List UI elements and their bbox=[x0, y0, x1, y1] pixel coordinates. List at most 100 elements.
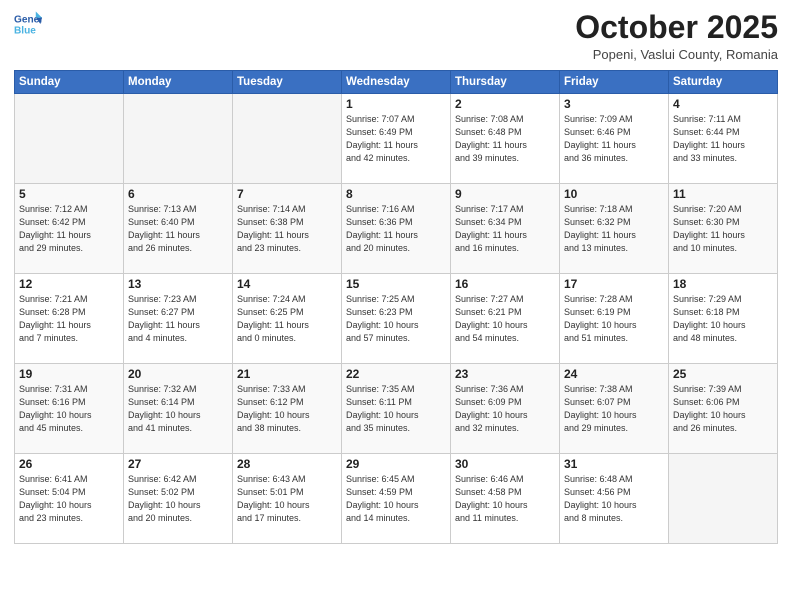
day-cell: 24 Sunrise: 7:38 AM Sunset: 6:07 PM Dayli… bbox=[560, 364, 669, 454]
day-number: 19 bbox=[19, 367, 119, 381]
day-number: 15 bbox=[346, 277, 446, 291]
week-row-3: 12 Sunrise: 7:21 AM Sunset: 6:28 PM Dayli… bbox=[15, 274, 778, 364]
day-info: Sunrise: 7:07 AM Sunset: 6:49 PM Dayligh… bbox=[346, 113, 446, 165]
day-info: Sunrise: 7:35 AM Sunset: 6:11 PM Dayligh… bbox=[346, 383, 446, 435]
day-number: 20 bbox=[128, 367, 228, 381]
day-cell bbox=[15, 94, 124, 184]
col-header-monday: Monday bbox=[124, 71, 233, 94]
day-info: Sunrise: 6:46 AM Sunset: 4:58 PM Dayligh… bbox=[455, 473, 555, 525]
week-row-4: 19 Sunrise: 7:31 AM Sunset: 6:16 PM Dayli… bbox=[15, 364, 778, 454]
day-cell bbox=[669, 454, 778, 544]
month-title: October 2025 bbox=[575, 10, 778, 45]
day-number: 9 bbox=[455, 187, 555, 201]
day-cell: 25Sunrise: 7:39 AM Sunset: 6:06 PM Dayli… bbox=[669, 364, 778, 454]
day-number: 17 bbox=[564, 277, 664, 291]
day-number: 14 bbox=[237, 277, 337, 291]
day-info: Sunrise: 7:25 AM Sunset: 6:23 PM Dayligh… bbox=[346, 293, 446, 345]
day-number: 29 bbox=[346, 457, 446, 471]
day-number: 6 bbox=[128, 187, 228, 201]
day-cell: 23 Sunrise: 7:36 AM Sunset: 6:09 PM Dayli… bbox=[451, 364, 560, 454]
svg-text:Blue: Blue bbox=[14, 25, 36, 36]
col-header-tuesday: Tuesday bbox=[233, 71, 342, 94]
day-info: Sunrise: 7:11 AM Sunset: 6:44 PM Dayligh… bbox=[673, 113, 773, 165]
calendar-table: SundayMondayTuesdayWednesdayThursdayFrid… bbox=[14, 70, 778, 544]
day-info: Sunrise: 7:33 AM Sunset: 6:12 PM Dayligh… bbox=[237, 383, 337, 435]
day-cell: 16 Sunrise: 7:27 AM Sunset: 6:21 PM Dayli… bbox=[451, 274, 560, 364]
day-number: 8 bbox=[346, 187, 446, 201]
col-header-thursday: Thursday bbox=[451, 71, 560, 94]
logo: General Blue bbox=[14, 10, 42, 38]
day-info: Sunrise: 7:14 AM Sunset: 6:38 PM Dayligh… bbox=[237, 203, 337, 255]
week-row-2: 5 Sunrise: 7:12 AM Sunset: 6:42 PM Daylig… bbox=[15, 184, 778, 274]
day-cell: 11Sunrise: 7:20 AM Sunset: 6:30 PM Dayli… bbox=[669, 184, 778, 274]
day-number: 10 bbox=[564, 187, 664, 201]
day-number: 2 bbox=[455, 97, 555, 111]
day-number: 3 bbox=[564, 97, 664, 111]
day-number: 23 bbox=[455, 367, 555, 381]
day-number: 5 bbox=[19, 187, 119, 201]
day-cell: 31Sunrise: 6:48 AM Sunset: 4:56 PM Dayli… bbox=[560, 454, 669, 544]
col-header-wednesday: Wednesday bbox=[342, 71, 451, 94]
day-number: 18 bbox=[673, 277, 773, 291]
day-cell: 9Sunrise: 7:17 AM Sunset: 6:34 PM Daylig… bbox=[451, 184, 560, 274]
day-info: Sunrise: 7:29 AM Sunset: 6:18 PM Dayligh… bbox=[673, 293, 773, 345]
day-number: 26 bbox=[19, 457, 119, 471]
day-cell: 26 Sunrise: 6:41 AM Sunset: 5:04 PM Dayli… bbox=[15, 454, 124, 544]
day-cell: 5 Sunrise: 7:12 AM Sunset: 6:42 PM Daylig… bbox=[15, 184, 124, 274]
day-info: Sunrise: 7:23 AM Sunset: 6:27 PM Dayligh… bbox=[128, 293, 228, 345]
day-cell: 17 Sunrise: 7:28 AM Sunset: 6:19 PM Dayli… bbox=[560, 274, 669, 364]
day-info: Sunrise: 7:31 AM Sunset: 6:16 PM Dayligh… bbox=[19, 383, 119, 435]
day-number: 7 bbox=[237, 187, 337, 201]
day-number: 1 bbox=[346, 97, 446, 111]
day-cell: 28 Sunrise: 6:43 AM Sunset: 5:01 PM Dayli… bbox=[233, 454, 342, 544]
day-number: 11 bbox=[673, 187, 773, 201]
day-info: Sunrise: 7:24 AM Sunset: 6:25 PM Dayligh… bbox=[237, 293, 337, 345]
day-number: 16 bbox=[455, 277, 555, 291]
day-cell bbox=[233, 94, 342, 184]
calendar-header-row: SundayMondayTuesdayWednesdayThursdayFrid… bbox=[15, 71, 778, 94]
day-cell: 7 Sunrise: 7:14 AM Sunset: 6:38 PM Daylig… bbox=[233, 184, 342, 274]
day-info: Sunrise: 6:48 AM Sunset: 4:56 PM Dayligh… bbox=[564, 473, 664, 525]
logo-icon: General Blue bbox=[14, 10, 42, 38]
day-info: Sunrise: 7:08 AM Sunset: 6:48 PM Dayligh… bbox=[455, 113, 555, 165]
day-cell: 8 Sunrise: 7:16 AM Sunset: 6:36 PM Daylig… bbox=[342, 184, 451, 274]
day-cell: 10 Sunrise: 7:18 AM Sunset: 6:32 PM Dayli… bbox=[560, 184, 669, 274]
day-info: Sunrise: 7:16 AM Sunset: 6:36 PM Dayligh… bbox=[346, 203, 446, 255]
day-cell bbox=[124, 94, 233, 184]
day-number: 13 bbox=[128, 277, 228, 291]
day-cell: 6 Sunrise: 7:13 AM Sunset: 6:40 PM Daylig… bbox=[124, 184, 233, 274]
day-info: Sunrise: 7:38 AM Sunset: 6:07 PM Dayligh… bbox=[564, 383, 664, 435]
col-header-friday: Friday bbox=[560, 71, 669, 94]
day-cell: 29 Sunrise: 6:45 AM Sunset: 4:59 PM Dayli… bbox=[342, 454, 451, 544]
day-cell: 15 Sunrise: 7:25 AM Sunset: 6:23 PM Dayli… bbox=[342, 274, 451, 364]
page: General Blue October 2025 Popeni, Vaslui… bbox=[0, 0, 792, 612]
day-number: 24 bbox=[564, 367, 664, 381]
location-subtitle: Popeni, Vaslui County, Romania bbox=[575, 47, 778, 62]
day-info: Sunrise: 7:21 AM Sunset: 6:28 PM Dayligh… bbox=[19, 293, 119, 345]
day-cell: 12 Sunrise: 7:21 AM Sunset: 6:28 PM Dayli… bbox=[15, 274, 124, 364]
day-number: 25 bbox=[673, 367, 773, 381]
title-block: October 2025 Popeni, Vaslui County, Roma… bbox=[575, 10, 778, 62]
day-info: Sunrise: 7:27 AM Sunset: 6:21 PM Dayligh… bbox=[455, 293, 555, 345]
day-info: Sunrise: 7:12 AM Sunset: 6:42 PM Dayligh… bbox=[19, 203, 119, 255]
day-info: Sunrise: 7:18 AM Sunset: 6:32 PM Dayligh… bbox=[564, 203, 664, 255]
day-info: Sunrise: 7:28 AM Sunset: 6:19 PM Dayligh… bbox=[564, 293, 664, 345]
day-cell: 21Sunrise: 7:33 AM Sunset: 6:12 PM Dayli… bbox=[233, 364, 342, 454]
day-number: 12 bbox=[19, 277, 119, 291]
day-cell: 27Sunrise: 6:42 AM Sunset: 5:02 PM Dayli… bbox=[124, 454, 233, 544]
day-cell: 13 Sunrise: 7:23 AM Sunset: 6:27 PM Dayli… bbox=[124, 274, 233, 364]
day-info: Sunrise: 7:36 AM Sunset: 6:09 PM Dayligh… bbox=[455, 383, 555, 435]
day-number: 22 bbox=[346, 367, 446, 381]
week-row-5: 26 Sunrise: 6:41 AM Sunset: 5:04 PM Dayli… bbox=[15, 454, 778, 544]
col-header-sunday: Sunday bbox=[15, 71, 124, 94]
header: General Blue October 2025 Popeni, Vaslui… bbox=[14, 10, 778, 62]
day-cell: 22 Sunrise: 7:35 AM Sunset: 6:11 PM Dayli… bbox=[342, 364, 451, 454]
day-info: Sunrise: 6:45 AM Sunset: 4:59 PM Dayligh… bbox=[346, 473, 446, 525]
day-number: 4 bbox=[673, 97, 773, 111]
day-info: Sunrise: 6:41 AM Sunset: 5:04 PM Dayligh… bbox=[19, 473, 119, 525]
day-number: 28 bbox=[237, 457, 337, 471]
day-info: Sunrise: 7:13 AM Sunset: 6:40 PM Dayligh… bbox=[128, 203, 228, 255]
day-cell: 1 Sunrise: 7:07 AM Sunset: 6:49 PM Daylig… bbox=[342, 94, 451, 184]
col-header-saturday: Saturday bbox=[669, 71, 778, 94]
day-info: Sunrise: 6:43 AM Sunset: 5:01 PM Dayligh… bbox=[237, 473, 337, 525]
